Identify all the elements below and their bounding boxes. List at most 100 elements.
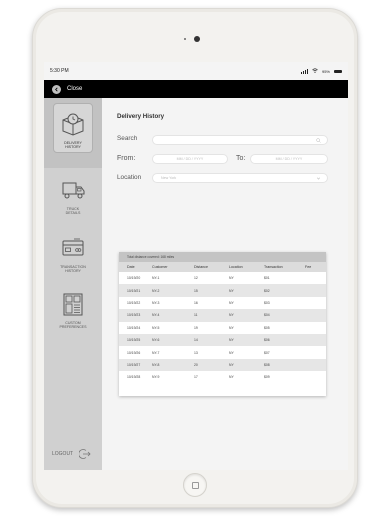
camera	[194, 36, 200, 42]
screen: 5:30 PM 95% Close DELIVERY HISTORY TRUCK…	[44, 62, 348, 470]
location-label: Location	[117, 174, 142, 181]
table-cell: 10/19/22	[127, 300, 141, 305]
table-cell: 10/19/25	[127, 338, 141, 343]
close-button[interactable]	[52, 84, 61, 94]
table-cell: 10/19/24	[127, 325, 141, 330]
column-header[interactable]: Distance	[186, 265, 223, 269]
table-header-row: Date Customer Distance Location Transact…	[119, 262, 326, 272]
table-cell: NY	[229, 288, 234, 293]
table-cell: $06	[264, 338, 270, 343]
sidebar-item-label: HISTORY	[65, 269, 81, 274]
table-row[interactable]: 10/19/28 NY-9 17 NY $09	[119, 371, 326, 384]
column-header[interactable]: Transaction	[260, 265, 305, 269]
layout-grid-icon	[59, 290, 87, 318]
table-cell: NY-9	[152, 375, 160, 380]
table-cell: 16	[194, 300, 198, 305]
table-cell: 19	[194, 325, 198, 330]
delivery-box-icon	[59, 110, 87, 138]
sidebar-item-custom-preferences[interactable]: CUSTOM PREFERENCES	[44, 290, 102, 340]
sidebar: DELIVERY HISTORY TRUCK DETAILS TRANSACTI…	[44, 98, 102, 470]
status-time: 5:30 PM	[50, 68, 69, 74]
logout-icon	[79, 449, 91, 459]
sidebar-item-label: HISTORY	[65, 145, 81, 150]
from-date-input[interactable]: MM / DD / YYYY	[152, 154, 228, 164]
to-label: To:	[236, 155, 246, 162]
chevron-down-icon	[317, 177, 320, 180]
table-row[interactable]: 10/19/26 NY-7 13 NY $07	[119, 346, 326, 359]
table-cell: 10/19/23	[127, 313, 141, 318]
table-cell: 10/19/28	[127, 375, 141, 380]
search-icon	[316, 138, 321, 143]
table-cell: 20	[194, 362, 198, 367]
signal-icon	[300, 68, 308, 74]
from-date-placeholder: MM / DD / YYYY	[176, 157, 204, 161]
card-icon	[59, 234, 87, 262]
table-cell: 12	[194, 276, 198, 281]
sidebar-item-transaction-history[interactable]: TRANSACTION HISTORY	[44, 234, 102, 280]
column-header[interactable]: Fee	[305, 265, 326, 269]
table-cell: $08	[264, 362, 270, 367]
table-cell: 15	[194, 288, 198, 293]
table-cell: 10/19/27	[127, 362, 141, 367]
location-select[interactable]: New York	[152, 173, 328, 183]
table-cell: 13	[194, 350, 198, 355]
table-row[interactable]: 10/19/24 NY-5 19 NY $05	[119, 321, 326, 334]
table-row[interactable]: 10/19/23 NY-4 11 NY $04	[119, 309, 326, 322]
table-cell: NY	[229, 276, 234, 281]
table-cell: NY-2	[152, 288, 160, 293]
table-cell: 10/19/26	[127, 350, 141, 355]
truck-icon	[59, 176, 87, 204]
table-cell: NY-8	[152, 362, 160, 367]
table-cell: NY	[229, 338, 234, 343]
table-cell: 10/19/21	[127, 288, 141, 293]
top-bar: Close	[44, 80, 348, 98]
search-input[interactable]	[152, 135, 328, 145]
status-bar: 5:30 PM 95%	[44, 62, 348, 80]
close-label[interactable]: Close	[67, 86, 82, 92]
table-cell: NY	[229, 362, 234, 367]
to-date-placeholder: MM / DD / YYYY	[275, 157, 303, 161]
sensor-dot	[184, 38, 186, 40]
table-cell: NY-6	[152, 338, 160, 343]
table-cell: 10/19/20	[127, 276, 141, 281]
battery-percent: 95%	[321, 68, 330, 74]
table-row[interactable]: 10/19/21 NY-2 15 NY $02	[119, 284, 326, 297]
column-header[interactable]: Date	[119, 265, 146, 269]
search-label: Search	[117, 135, 138, 142]
table-cell: 11	[194, 313, 198, 318]
table-cell: NY	[229, 313, 234, 318]
table-cell: $01	[264, 276, 270, 281]
table-body: 10/19/20 NY-1 12 NY $01 10/19/21 NY-2 15 NY $02 10…	[119, 272, 326, 384]
table-row[interactable]: 10/19/20 NY-1 12 NY $01	[119, 272, 326, 285]
tablet-frame: 5:30 PM 95% Close DELIVERY HISTORY TRUCK…	[32, 8, 358, 508]
table-cell: $04	[264, 313, 270, 318]
table-cell: NY	[229, 350, 234, 355]
to-date-input[interactable]: MM / DD / YYYY	[250, 154, 328, 164]
table-cell: 17	[194, 375, 198, 380]
table-row[interactable]: 10/19/25 NY-6 14 NY $06	[119, 333, 326, 347]
table-cell: NY-4	[152, 313, 160, 318]
chevron-left-icon	[55, 87, 58, 91]
table-cell: NY	[229, 300, 234, 305]
sidebar-item-delivery-history[interactable]: DELIVERY HISTORY	[44, 98, 102, 168]
page-title: Delivery History	[117, 113, 165, 120]
table-cell: $05	[264, 325, 270, 330]
home-button[interactable]	[183, 473, 207, 497]
table-cell: NY-7	[152, 350, 160, 355]
table-cell: NY-1	[152, 276, 160, 281]
logout-button[interactable]: LOGOUT	[52, 448, 91, 460]
table-cell: NY	[229, 375, 234, 380]
sidebar-item-truck-details[interactable]: TRUCK DETAILS	[44, 176, 102, 222]
table-row[interactable]: 10/19/27 NY-8 20 NY $08	[119, 358, 326, 372]
table-cell: NY	[229, 325, 234, 330]
table-row[interactable]: 10/19/22 NY-3 16 NY $03	[119, 296, 326, 310]
logout-label: LOGOUT	[52, 451, 74, 457]
column-header[interactable]: Customer	[146, 265, 186, 269]
table-cell: $07	[264, 350, 270, 355]
delivery-table: Total distance covered: 168 miles Date C…	[119, 252, 326, 396]
battery-icon	[334, 69, 342, 73]
location-value: New York	[161, 176, 177, 180]
column-header[interactable]: Location	[223, 265, 260, 269]
table-cell: $03	[264, 300, 270, 305]
status-icons: 95%	[300, 68, 342, 74]
